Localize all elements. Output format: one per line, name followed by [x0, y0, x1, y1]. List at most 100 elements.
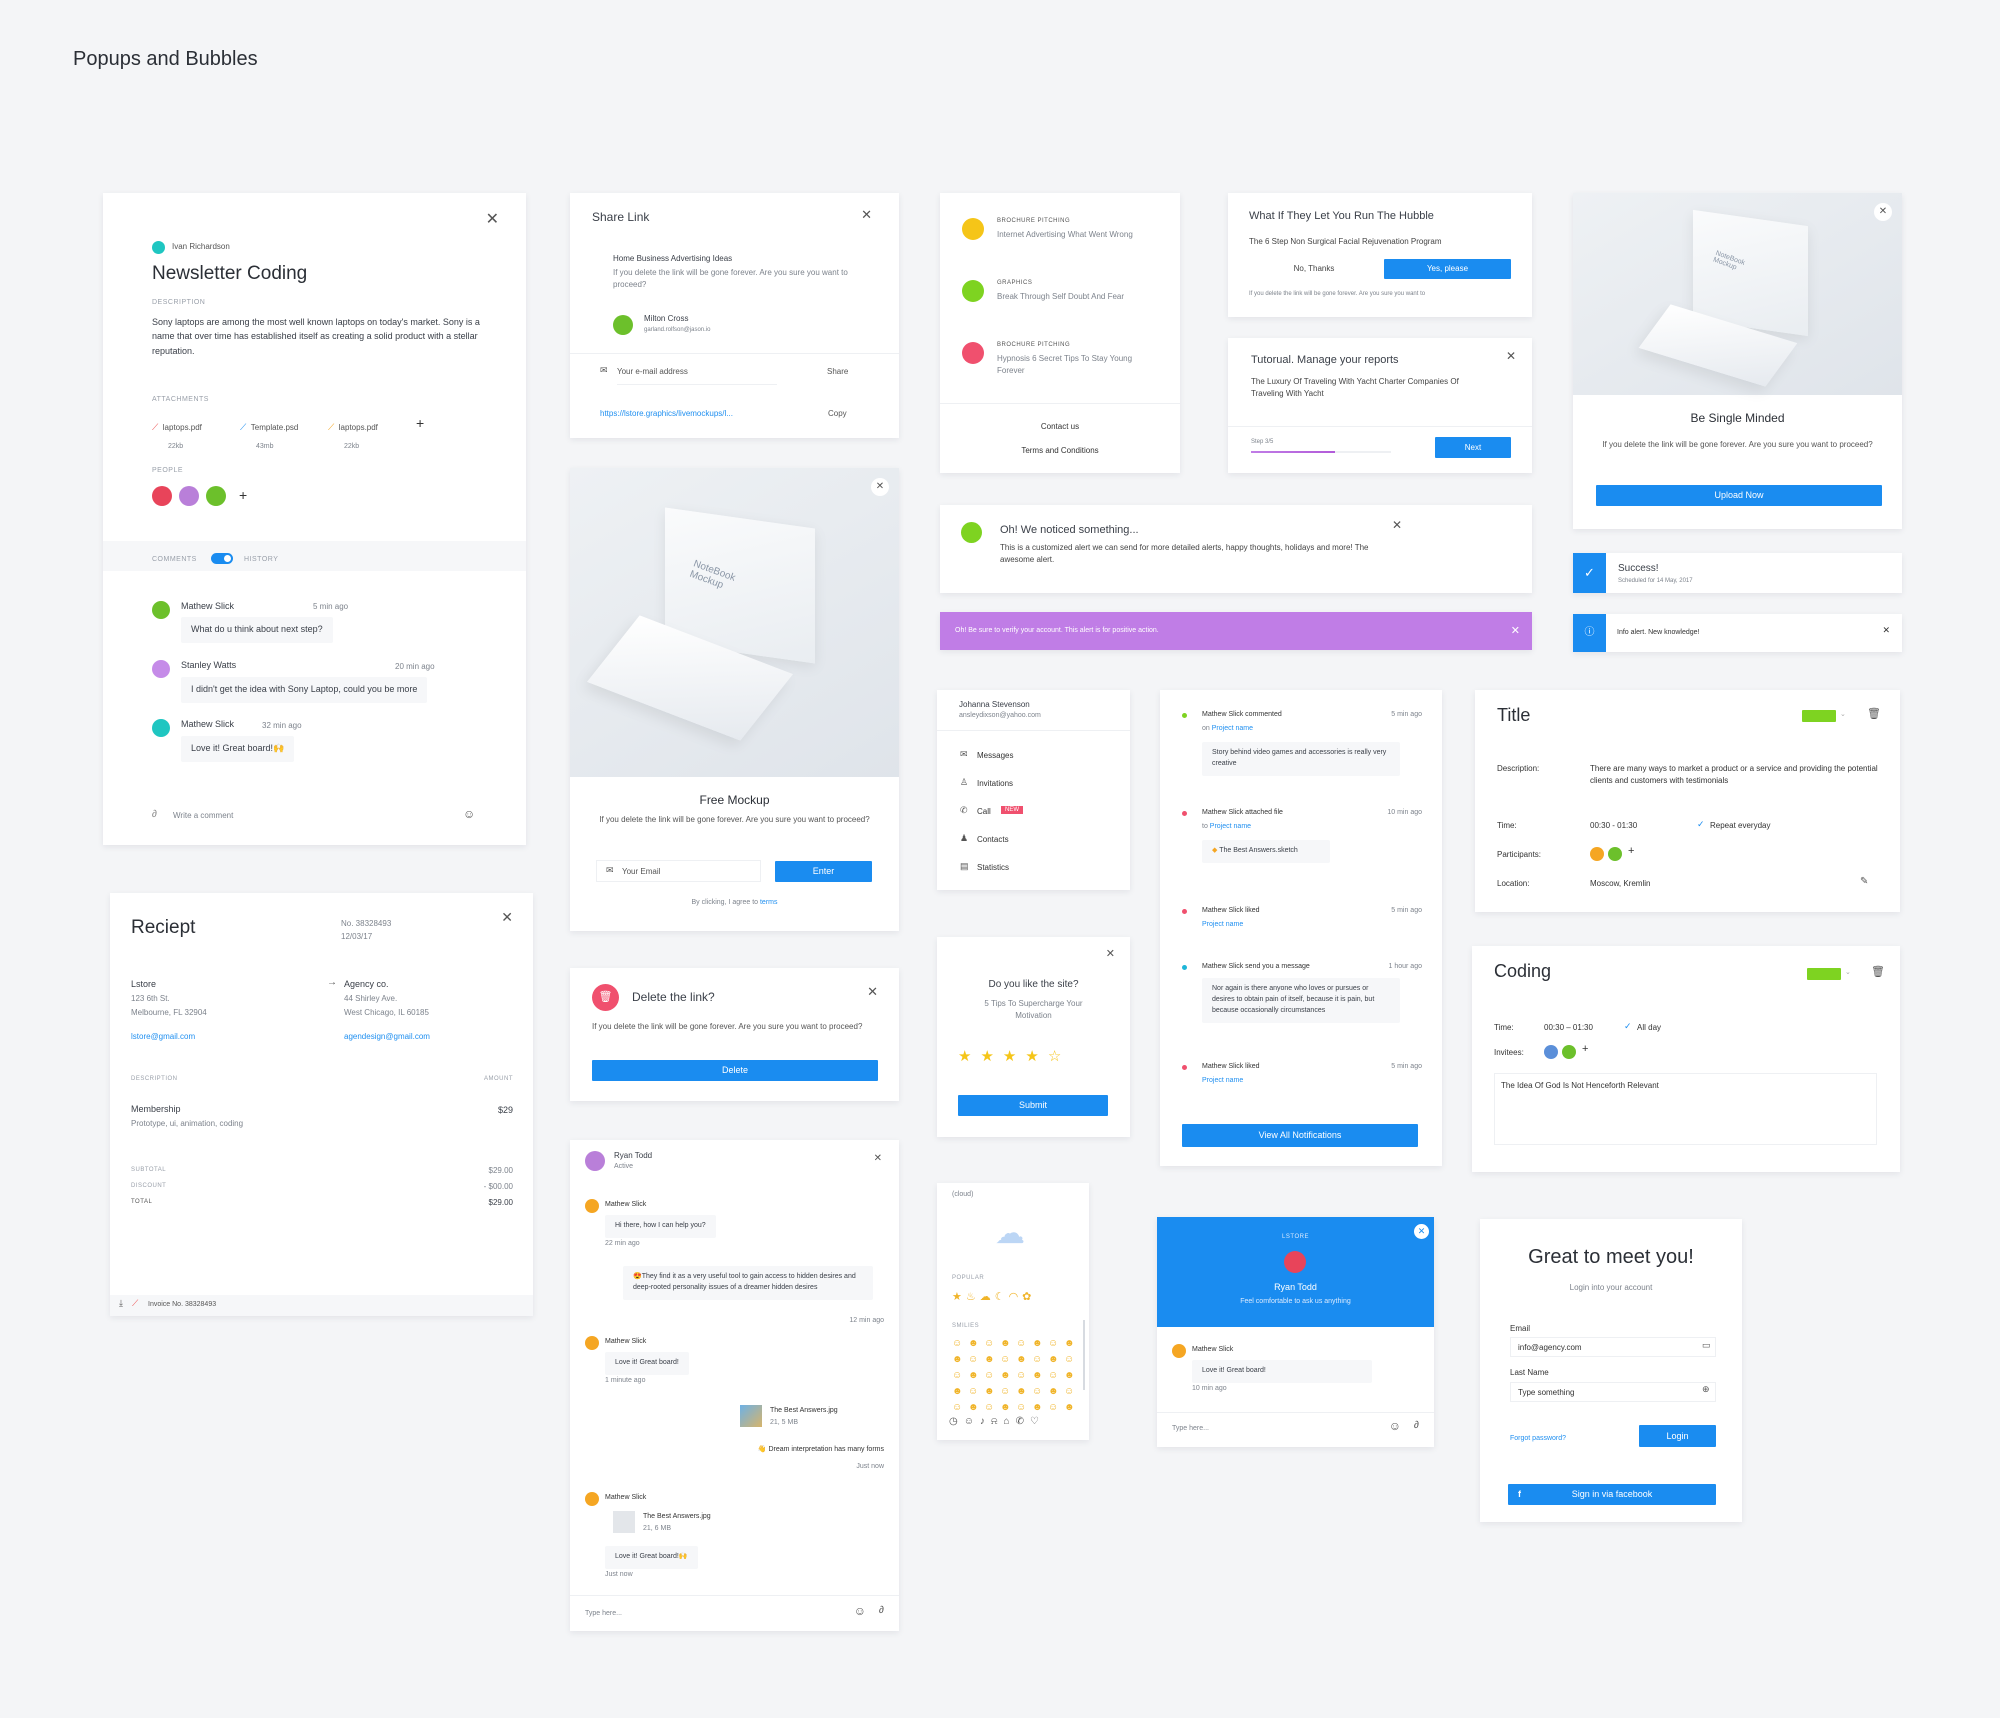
topic-text[interactable]: Hypnosis 6 Secret Tips To Stay Young For… [997, 353, 1157, 378]
delete-button[interactable]: Delete [592, 1060, 878, 1081]
smiley-emoji-icon[interactable]: ☻ [1016, 1384, 1032, 1400]
notification-project[interactable]: on Project name [1202, 724, 1253, 735]
last-name-input[interactable]: Type something [1510, 1382, 1716, 1402]
avatar[interactable] [152, 486, 172, 506]
smiley-icon[interactable]: ☺ [463, 807, 475, 821]
chevron-down-icon[interactable]: ⌄ [1840, 710, 1846, 718]
paperclip-icon[interactable]: ∂ [1414, 1420, 1419, 1431]
share-url[interactable]: https://lstore.graphics/livemockups/l... [600, 408, 788, 420]
close-icon[interactable]: ✕ [1106, 949, 1115, 960]
smiley-emoji-icon[interactable]: ☻ [984, 1384, 1000, 1400]
download-icon[interactable]: ⤓ [119, 1298, 123, 1309]
smiley-emoji-icon[interactable]: ☺ [984, 1336, 1000, 1352]
smiley-emoji-icon[interactable]: ☺ [968, 1352, 984, 1368]
add-person-button[interactable]: + [239, 487, 247, 503]
menu-item-call[interactable]: Call [977, 806, 991, 818]
attachment-item[interactable]: ⟋ laptops.pdf 22kb [328, 417, 378, 453]
from-email[interactable]: lstore@gmail.com [131, 1031, 195, 1043]
email-input[interactable]: Your e-mail address [617, 366, 777, 386]
topic-text[interactable]: Internet Advertising What Went Wrong [997, 229, 1133, 241]
smiley-icon[interactable]: ☺ [854, 1604, 866, 1618]
chat-input[interactable]: Type here... [1172, 1424, 1209, 1435]
avatar[interactable] [1544, 1045, 1558, 1059]
star-icon[interactable]: ★ [1025, 1048, 1038, 1065]
star-rating[interactable]: ★ ★ ★ ★ ☆ [958, 1047, 1070, 1066]
avatar[interactable] [1590, 847, 1604, 861]
smiley-emoji-icon[interactable]: ☺ [984, 1400, 1000, 1416]
smiley-emoji-icon[interactable]: ☻ [968, 1336, 984, 1352]
file-name[interactable]: The Best Answers.jpg [770, 1406, 838, 1417]
smiley-emoji-icon[interactable]: ☺ [1064, 1352, 1080, 1368]
smiley-emoji-icon[interactable]: ☺ [1000, 1352, 1016, 1368]
share-button[interactable]: Share [827, 366, 848, 378]
avatar[interactable] [179, 486, 199, 506]
smiley-emoji-icon[interactable]: ☺ [1016, 1400, 1032, 1416]
paperclip-icon[interactable]: ∂ [879, 1605, 884, 1616]
avatar[interactable] [206, 486, 226, 506]
close-icon[interactable]: ✕ [1392, 519, 1402, 531]
smiley-emoji-icon[interactable]: ☺ [952, 1336, 968, 1352]
smiley-emoji-icon[interactable]: ☺ [1016, 1336, 1032, 1352]
smiley-emoji-icon[interactable]: ☺ [968, 1384, 984, 1400]
smiley-emoji-icon[interactable]: ☺ [952, 1368, 968, 1384]
smiley-emoji-icon[interactable]: ☺ [1000, 1384, 1016, 1400]
popular-emoji-row[interactable]: ★♨☁☾◠✿ [952, 1290, 1035, 1303]
smiley-emoji-icon[interactable]: ☻ [1000, 1336, 1016, 1352]
copy-button[interactable]: Copy [828, 408, 847, 420]
menu-item-statistics[interactable]: Statistics [977, 862, 1009, 874]
smiley-emoji-icon[interactable]: ☻ [1064, 1400, 1080, 1416]
smiley-emoji-icon[interactable]: ☺ [1048, 1400, 1064, 1416]
add-attachment-button[interactable]: + [416, 415, 424, 431]
attachment-item[interactable]: ⟋ Template.psd 43mb [240, 417, 298, 453]
smiley-emoji-icon[interactable]: ☻ [1000, 1400, 1016, 1416]
color-tag[interactable] [1802, 710, 1836, 722]
tab-history[interactable]: HISTORY [244, 556, 278, 563]
notification-project[interactable]: to Project name [1202, 822, 1251, 833]
close-icon[interactable]: ✕ [1511, 624, 1520, 637]
trash-icon[interactable]: 🗑 [1867, 707, 1881, 720]
smiley-emoji-icon[interactable]: ☺ [1064, 1384, 1080, 1400]
facebook-signin-button[interactable]: f Sign in via facebook [1508, 1484, 1716, 1505]
next-button[interactable]: Next [1435, 437, 1511, 458]
terms-link[interactable]: terms [760, 899, 778, 906]
edit-icon[interactable]: ✎ [1860, 876, 1868, 887]
trash-icon[interactable]: 🗑 [1871, 965, 1885, 978]
notification-file[interactable]: ◆ The Best Answers.sketch [1202, 840, 1330, 863]
notification-project[interactable]: Project name [1202, 1076, 1243, 1087]
comment-input[interactable]: Write a comment [173, 810, 233, 822]
comments-toggle[interactable] [211, 553, 233, 564]
smiley-emoji-icon[interactable]: ☺ [952, 1400, 968, 1416]
contact-link[interactable]: Contact us [940, 421, 1180, 433]
scrollbar[interactable] [1083, 1320, 1085, 1390]
avatar[interactable] [1562, 1045, 1576, 1059]
yes-button[interactable]: Yes, please [1384, 259, 1511, 279]
repeat-option[interactable]: Repeat everyday [1710, 820, 1770, 832]
view-all-notifications-button[interactable]: View All Notifications [1182, 1124, 1418, 1147]
smiley-emoji-icon[interactable]: ☻ [1048, 1384, 1064, 1400]
star-icon[interactable]: ★ [1003, 1048, 1016, 1065]
close-icon[interactable]: ✕ [871, 478, 889, 496]
attachment-item[interactable]: ⟋ laptops.pdf 22kb [152, 417, 202, 453]
close-icon[interactable]: ✕ [1506, 350, 1516, 362]
topic-text[interactable]: Break Through Self Doubt And Fear [997, 291, 1124, 303]
allday-option[interactable]: All day [1637, 1022, 1661, 1034]
forgot-password-link[interactable]: Forgot password? [1510, 1434, 1566, 1445]
add-invitee-button[interactable]: + [1582, 1043, 1588, 1055]
enter-button[interactable]: Enter [775, 861, 872, 882]
close-icon[interactable]: ✕ [501, 910, 513, 924]
close-icon[interactable]: ✕ [1874, 203, 1892, 221]
image-thumbnail[interactable] [613, 1511, 635, 1533]
smiley-emoji-icon[interactable]: ☻ [1064, 1368, 1080, 1384]
avatar[interactable] [1608, 847, 1622, 861]
submit-button[interactable]: Submit [958, 1095, 1108, 1116]
emoji-category-bar[interactable]: ◷☺♪⍾⌂✆♡ [949, 1416, 1045, 1427]
tab-comments[interactable]: COMMENTS [152, 556, 197, 563]
close-icon[interactable]: ✕ [874, 1154, 882, 1164]
terms-link[interactable]: Terms and Conditions [940, 445, 1180, 457]
close-icon[interactable]: ✕ [867, 985, 878, 998]
close-icon[interactable]: ✕ [1882, 625, 1890, 636]
smiley-emoji-icon[interactable]: ☻ [952, 1352, 968, 1368]
smiley-emoji-icon[interactable]: ☺ [1048, 1368, 1064, 1384]
chat-input[interactable]: Type here... [585, 1609, 622, 1620]
chevron-down-icon[interactable]: ⌄ [1845, 968, 1851, 976]
